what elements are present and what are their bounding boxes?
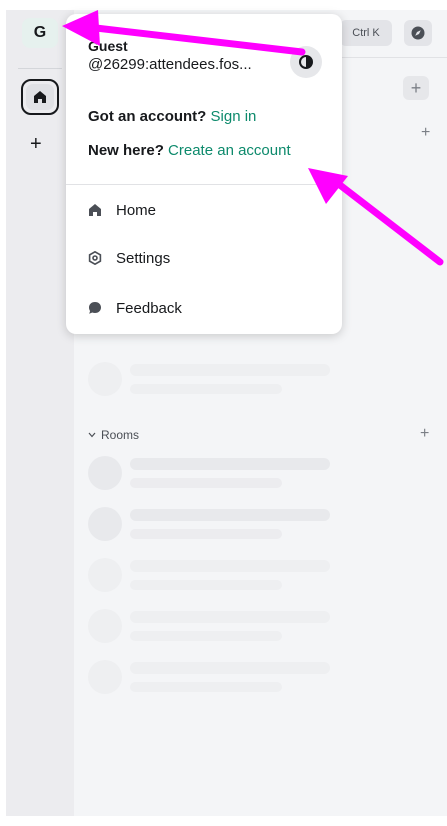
home-icon — [89, 204, 101, 216]
menu-item-label: Home — [116, 201, 157, 219]
skeleton-row — [88, 454, 338, 494]
user-name: Guest — [88, 38, 128, 54]
rooms-label: Rooms — [101, 428, 140, 442]
skeleton-row — [88, 658, 338, 698]
user-menu: Guest @26299:attendees.fos... Got an acc… — [66, 14, 342, 334]
sign-in-row: Got an account? Sign in — [88, 108, 256, 125]
sign-in-link[interactable]: Sign in — [211, 108, 257, 125]
create-account-link[interactable]: Create an account — [168, 142, 291, 159]
settings-icon — [88, 251, 102, 265]
skeleton-row — [88, 360, 338, 400]
menu-divider — [66, 184, 342, 185]
avatar-letter: G — [33, 24, 47, 41]
user-id: @26299:attendees.fos... — [88, 56, 252, 73]
user-avatar[interactable]: G — [22, 18, 58, 48]
explore-button[interactable] — [404, 20, 432, 46]
search-shortcut-button[interactable]: Ctrl K — [340, 20, 392, 46]
space-divider — [18, 68, 62, 69]
chevron-down-icon — [88, 432, 96, 438]
menu-item-feedback[interactable]: Feedback — [88, 297, 182, 319]
create-account-row: New here? Create an account — [88, 142, 291, 159]
space-bar — [6, 10, 74, 816]
account-prompt: Got an account? — [88, 108, 207, 125]
feedback-icon — [89, 302, 101, 314]
menu-item-label: Feedback — [116, 299, 182, 317]
skeleton-row — [88, 556, 338, 596]
compass-icon — [411, 26, 425, 40]
rooms-add-button[interactable]: + — [420, 425, 429, 443]
theme-icon — [299, 55, 313, 69]
home-space-button[interactable] — [21, 79, 59, 115]
skeleton-row — [88, 505, 338, 545]
theme-toggle-button[interactable] — [290, 46, 322, 78]
menu-item-home[interactable]: Home — [88, 199, 156, 221]
header-divider — [340, 57, 447, 58]
rooms-section-header[interactable]: Rooms — [88, 428, 139, 442]
home-icon — [34, 91, 46, 103]
menu-item-settings[interactable]: Settings — [88, 247, 170, 269]
add-room-button[interactable]: + — [403, 76, 429, 100]
new-prompt: New here? — [88, 142, 164, 159]
menu-item-label: Settings — [116, 249, 171, 267]
add-space-button[interactable]: + — [30, 134, 42, 154]
skeleton-row — [88, 607, 338, 647]
section-add-button[interactable]: + — [421, 124, 430, 142]
